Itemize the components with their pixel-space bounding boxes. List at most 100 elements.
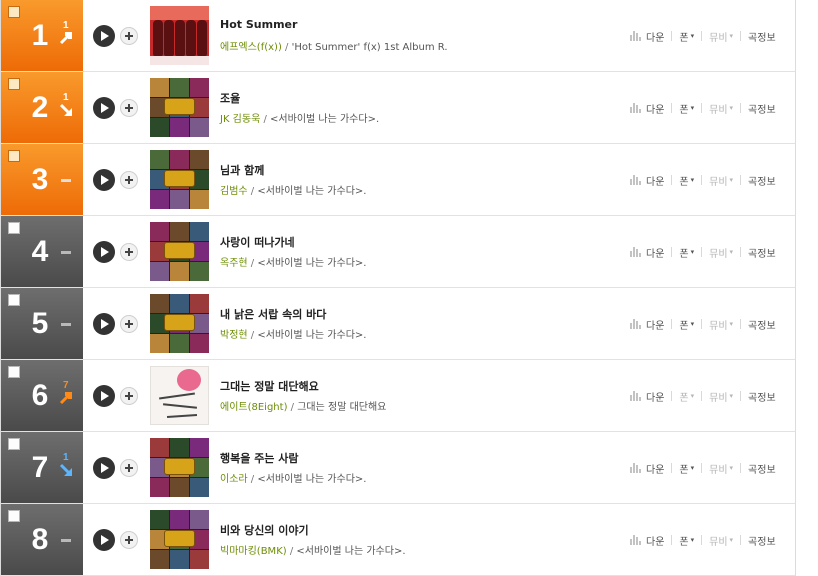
album-link[interactable]: <서바이벌 나는 가수다>. xyxy=(257,258,366,269)
rank-same-icon xyxy=(61,539,71,542)
song-info-button[interactable]: 곡정보 xyxy=(748,317,776,332)
album-art[interactable] xyxy=(150,78,209,137)
album-art[interactable] xyxy=(150,438,209,497)
artist-link[interactable]: 빅마마킹(BMK) xyxy=(220,546,287,557)
add-to-playlist-button[interactable] xyxy=(120,243,138,261)
download-button[interactable]: 다운 xyxy=(630,533,664,548)
song-info-button[interactable]: 곡정보 xyxy=(748,101,776,116)
song-info-button[interactable]: 곡정보 xyxy=(748,245,776,260)
mv-button[interactable]: 뮤비 ▾ xyxy=(709,101,733,116)
artist-link[interactable]: 옥주현 xyxy=(220,258,248,269)
select-checkbox[interactable] xyxy=(8,222,20,234)
divider xyxy=(701,319,703,329)
song-title[interactable]: Hot Summer xyxy=(220,18,297,31)
song-title[interactable]: 님과 함께 xyxy=(220,162,264,178)
mv-button[interactable]: 뮤비 ▾ xyxy=(709,173,733,188)
divider xyxy=(671,535,673,545)
song-info-button[interactable]: 곡정보 xyxy=(748,29,776,44)
divider xyxy=(740,391,742,401)
album-art[interactable] xyxy=(150,510,209,569)
add-to-playlist-button[interactable] xyxy=(120,531,138,549)
phone-button[interactable]: 폰 ▾ xyxy=(679,245,694,260)
play-button[interactable] xyxy=(93,529,115,551)
album-art[interactable] xyxy=(150,150,209,209)
add-to-playlist-button[interactable] xyxy=(120,315,138,333)
download-button[interactable]: 다운 xyxy=(630,317,664,332)
add-to-playlist-button[interactable] xyxy=(120,99,138,117)
album-link[interactable]: <서바이벌 나는 가수다>. xyxy=(270,114,379,125)
download-button[interactable]: 다운 xyxy=(630,461,664,476)
song-title[interactable]: 비와 당신의 이야기 xyxy=(220,522,309,538)
chevron-down-icon: ▾ xyxy=(729,248,734,256)
song-title[interactable]: 내 낡은 서랍 속의 바다 xyxy=(220,306,326,322)
download-button[interactable]: 다운 xyxy=(630,389,664,404)
play-button[interactable] xyxy=(93,385,115,407)
download-button[interactable]: 다운 xyxy=(630,101,664,116)
phone-button[interactable]: 폰 ▾ xyxy=(679,461,694,476)
select-checkbox[interactable] xyxy=(8,150,20,162)
album-art[interactable] xyxy=(150,222,209,281)
album-link[interactable]: 'Hot Summer' f(x) 1st Album R. xyxy=(292,42,448,53)
artist-link[interactable]: 에이트(8Eight) xyxy=(220,402,287,413)
album-art[interactable] xyxy=(150,366,209,425)
album-art[interactable] xyxy=(150,6,209,65)
rank-cell: 71 xyxy=(1,432,83,503)
phone-button[interactable]: 폰 ▾ xyxy=(679,533,694,548)
song-title[interactable]: 조율 xyxy=(220,90,240,106)
select-checkbox[interactable] xyxy=(8,366,20,378)
song-info-label: 곡정보 xyxy=(748,104,776,116)
album-link[interactable]: <서바이벌 나는 가수다>. xyxy=(257,330,366,341)
play-button[interactable] xyxy=(93,457,115,479)
play-button[interactable] xyxy=(93,97,115,119)
play-button[interactable] xyxy=(93,169,115,191)
play-button[interactable] xyxy=(93,25,115,47)
song-info-button[interactable]: 곡정보 xyxy=(748,173,776,188)
phone-button[interactable]: 폰 ▾ xyxy=(679,389,694,404)
mv-button[interactable]: 뮤비 ▾ xyxy=(709,29,733,44)
phone-button[interactable]: 폰 ▾ xyxy=(679,29,694,44)
mv-button[interactable]: 뮤비 ▾ xyxy=(709,461,733,476)
select-checkbox[interactable] xyxy=(8,294,20,306)
artist-link[interactable]: 이소라 xyxy=(220,474,248,485)
album-art[interactable] xyxy=(150,294,209,353)
album-link[interactable]: <서바이벌 나는 가수다>. xyxy=(257,186,366,197)
song-title[interactable]: 그대는 정말 대단해요 xyxy=(220,378,319,394)
download-button[interactable]: 다운 xyxy=(630,245,664,260)
phone-button[interactable]: 폰 ▾ xyxy=(679,101,694,116)
phone-button[interactable]: 폰 ▾ xyxy=(679,317,694,332)
chevron-down-icon: ▾ xyxy=(729,32,734,40)
add-to-playlist-button[interactable] xyxy=(120,171,138,189)
mv-button[interactable]: 뮤비 ▾ xyxy=(709,389,733,404)
mv-button[interactable]: 뮤비 ▾ xyxy=(709,317,733,332)
add-to-playlist-button[interactable] xyxy=(120,387,138,405)
album-link[interactable]: <서바이벌 나는 가수다>. xyxy=(296,546,405,557)
artist-link[interactable]: JK 김동욱 xyxy=(220,114,260,125)
song-title[interactable]: 사랑이 떠나가네 xyxy=(220,234,295,250)
song-title[interactable]: 행복을 주는 사람 xyxy=(220,450,299,466)
select-checkbox[interactable] xyxy=(8,6,20,18)
select-checkbox[interactable] xyxy=(8,510,20,522)
play-button[interactable] xyxy=(93,241,115,263)
album-link[interactable]: 그대는 정말 대단해요 xyxy=(297,402,386,413)
mv-button[interactable]: 뮤비 ▾ xyxy=(709,533,733,548)
artist-link[interactable]: 김범수 xyxy=(220,186,248,197)
download-button[interactable]: 다운 xyxy=(630,29,664,44)
mv-button[interactable]: 뮤비 ▾ xyxy=(709,245,733,260)
artist-link[interactable]: 박정현 xyxy=(220,330,248,341)
rank-change-value: 1 xyxy=(63,92,69,103)
phone-label: 폰 xyxy=(679,464,689,476)
artist-link[interactable]: 에프엑스(f(x)) xyxy=(220,42,282,53)
select-checkbox[interactable] xyxy=(8,438,20,450)
add-to-playlist-button[interactable] xyxy=(120,27,138,45)
add-to-playlist-button[interactable] xyxy=(120,459,138,477)
song-info-button[interactable]: 곡정보 xyxy=(748,533,776,548)
play-button[interactable] xyxy=(93,313,115,335)
phone-button[interactable]: 폰 ▾ xyxy=(679,173,694,188)
song-info-button[interactable]: 곡정보 xyxy=(748,389,776,404)
rank-cell: 67 xyxy=(1,360,83,431)
rank-cell: 21 xyxy=(1,72,83,143)
select-checkbox[interactable] xyxy=(8,78,20,90)
song-info-button[interactable]: 곡정보 xyxy=(748,461,776,476)
download-button[interactable]: 다운 xyxy=(630,173,664,188)
album-link[interactable]: <서바이벌 나는 가수다>. xyxy=(257,474,366,485)
